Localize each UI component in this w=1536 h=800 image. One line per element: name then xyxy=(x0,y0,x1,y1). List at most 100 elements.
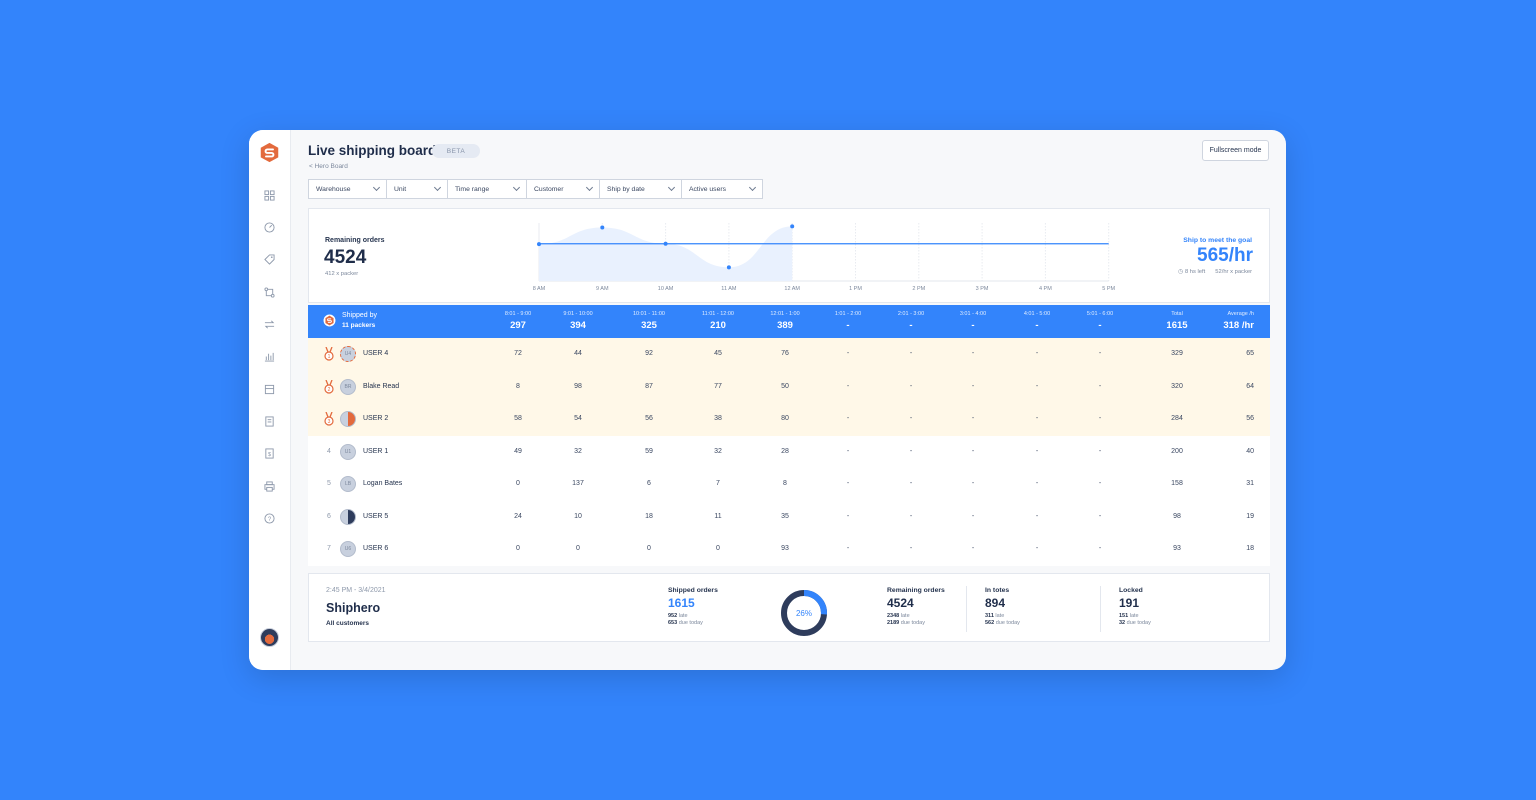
hour-column-header: 2:01 - 3:00 - xyxy=(881,311,941,331)
late-count: 311 xyxy=(985,613,994,619)
average-label: Average /h xyxy=(1227,311,1254,317)
stat-value: 1615 xyxy=(668,596,695,610)
hour-total: - xyxy=(1098,320,1102,331)
filter-unit[interactable]: Unit xyxy=(386,179,448,199)
table-row[interactable]: 1 U4 USER 4 72 44 92 45 76 - - - - - 329 65 xyxy=(308,338,1270,371)
hour-cell: - xyxy=(846,512,850,520)
hour-cell: - xyxy=(909,480,913,487)
app-window: $ ? Live shipping board BETA < Hero Boar… xyxy=(249,130,1286,670)
due-label: due today xyxy=(1126,620,1151,626)
hour-cell: 45 xyxy=(714,350,722,357)
grid-icon[interactable] xyxy=(263,189,275,201)
filter-active-users[interactable]: Active users xyxy=(681,179,763,199)
help-icon[interactable]: ? xyxy=(263,512,275,524)
late-label: late xyxy=(1129,613,1139,619)
back-link[interactable]: < Hero Board xyxy=(309,163,348,170)
rank-number: 4 xyxy=(327,447,331,455)
hour-cell: 80 xyxy=(781,415,789,422)
hour-cell: - xyxy=(971,480,975,487)
hour-cell: 56 xyxy=(645,415,653,422)
filter-customer[interactable]: Customer xyxy=(526,179,600,199)
filter-ship-by-date[interactable]: Ship by date xyxy=(599,179,682,199)
x-tick-label: 10 AM xyxy=(658,286,674,292)
hour-cell: - xyxy=(971,415,975,422)
packers-count: 11 packers xyxy=(342,322,376,329)
sidebar: $ ? xyxy=(249,130,291,670)
hour-cell: 77 xyxy=(714,382,722,390)
svg-text:$: $ xyxy=(267,451,270,457)
stat-due: 32 due today xyxy=(1119,620,1151,626)
avatar: U6 xyxy=(340,541,356,557)
hour-cell: 87 xyxy=(645,382,653,390)
user-avatar[interactable] xyxy=(260,628,279,647)
hour-cell: 58 xyxy=(514,415,522,422)
x-tick-label: 1 PM xyxy=(849,286,862,292)
filter-bar: Warehouse Unit Time range Customer Ship … xyxy=(308,179,763,199)
hour-cell: - xyxy=(1098,447,1102,455)
printer-icon[interactable] xyxy=(263,480,275,492)
locked-stat: Locked 191 151 late 32 due today xyxy=(1119,587,1151,626)
packer-name: USER 5 xyxy=(363,512,389,520)
hour-cell: 7 xyxy=(716,480,720,487)
transfer-icon[interactable] xyxy=(263,318,275,330)
document-icon[interactable] xyxy=(263,415,275,427)
table-row[interactable]: 6 USER 5 24 10 18 11 35 - - - - - 98 19 xyxy=(308,500,1270,533)
filter-time-range[interactable]: Time range xyxy=(447,179,527,199)
hour-cell: - xyxy=(909,415,913,422)
fullscreen-button[interactable]: Fullscreen mode xyxy=(1202,140,1269,161)
x-tick-label: 11 AM xyxy=(721,286,737,292)
tag-icon[interactable] xyxy=(263,253,275,265)
table-row[interactable]: 7 U6 USER 6 0 0 0 0 93 - - - - - 93 18 xyxy=(308,533,1270,566)
medal-icon: 3 xyxy=(324,412,334,426)
data-point xyxy=(790,224,795,229)
shipped-orders-stat: Shipped orders 1615 952 late 653 due tod… xyxy=(668,587,718,626)
customer-scope: All customers xyxy=(326,620,369,627)
hour-cell: 10 xyxy=(574,512,582,520)
box-icon[interactable] xyxy=(263,383,275,395)
shipping-rate-chart: 8 AM 9 AM 10 AM 11 AM 12 AM 1 PM 2 PM 3 PM 4 PM 5… xyxy=(533,223,1116,292)
average-cell: 40 xyxy=(1246,447,1254,455)
hour-cell: - xyxy=(909,545,913,552)
table-row[interactable]: 5 LB Logan Bates 0 137 6 7 8 - - - - - 158 31 xyxy=(308,468,1270,501)
divider xyxy=(966,586,967,632)
goal-value: 565/hr xyxy=(1197,245,1253,266)
hour-cell: 59 xyxy=(645,447,653,455)
table-row[interactable]: 2 BR Blake Read 8 98 87 77 50 - - - - - 320 64 xyxy=(308,370,1270,403)
hour-cell: - xyxy=(1098,415,1102,422)
invoice-icon[interactable]: $ xyxy=(263,447,275,459)
divider xyxy=(1100,586,1101,632)
hour-column-header: 4:01 - 5:00 - xyxy=(1007,311,1067,331)
hour-cell: 137 xyxy=(572,480,584,487)
filter-label: Warehouse xyxy=(316,185,351,193)
table-row[interactable]: 3 USER 2 58 54 56 38 80 - - - - - 284 56 xyxy=(308,403,1270,436)
routing-icon[interactable] xyxy=(263,286,275,298)
hour-cell: 44 xyxy=(574,350,582,357)
chevron-down-icon xyxy=(372,183,381,192)
table-row[interactable]: 4 U1 USER 1 49 32 59 32 28 - - - - - 200 40 xyxy=(308,435,1270,468)
hour-cell: 18 xyxy=(645,512,653,520)
summary-footer: 2:45 PM - 3/4/2021 Shiphero All customer… xyxy=(308,573,1270,642)
hour-column-header: 8:01 - 9:00 297 xyxy=(488,311,548,331)
avatar: U1 xyxy=(340,443,356,460)
hour-cell: 0 xyxy=(516,480,520,487)
packer-name: Blake Read xyxy=(363,382,400,390)
x-tick-label: 8 AM xyxy=(533,286,546,292)
hour-total: - xyxy=(1035,320,1039,331)
medal-rank: 1 xyxy=(328,354,331,360)
filter-warehouse[interactable]: Warehouse xyxy=(308,179,387,199)
hour-cell: - xyxy=(1035,512,1039,520)
hour-column-header: 10:01 - 11:00 325 xyxy=(619,311,679,331)
shiphero-logo-icon[interactable] xyxy=(259,142,280,163)
hour-cell: - xyxy=(909,382,913,390)
hour-column-header: 5:01 - 6:00 - xyxy=(1070,311,1130,331)
total-cell: 284 xyxy=(1171,415,1183,422)
hour-cell: - xyxy=(1035,545,1039,552)
rank-number: 6 xyxy=(327,512,331,520)
total-cell: 98 xyxy=(1173,512,1181,520)
hour-cell: 11 xyxy=(714,512,722,520)
chart-icon[interactable] xyxy=(263,350,275,362)
x-tick-label: 3 PM xyxy=(976,286,989,292)
hour-range: 9:01 - 10:00 xyxy=(563,311,593,317)
main-content: Live shipping board BETA < Hero Board Fu… xyxy=(291,130,1286,670)
dashboard-icon[interactable] xyxy=(263,221,275,233)
